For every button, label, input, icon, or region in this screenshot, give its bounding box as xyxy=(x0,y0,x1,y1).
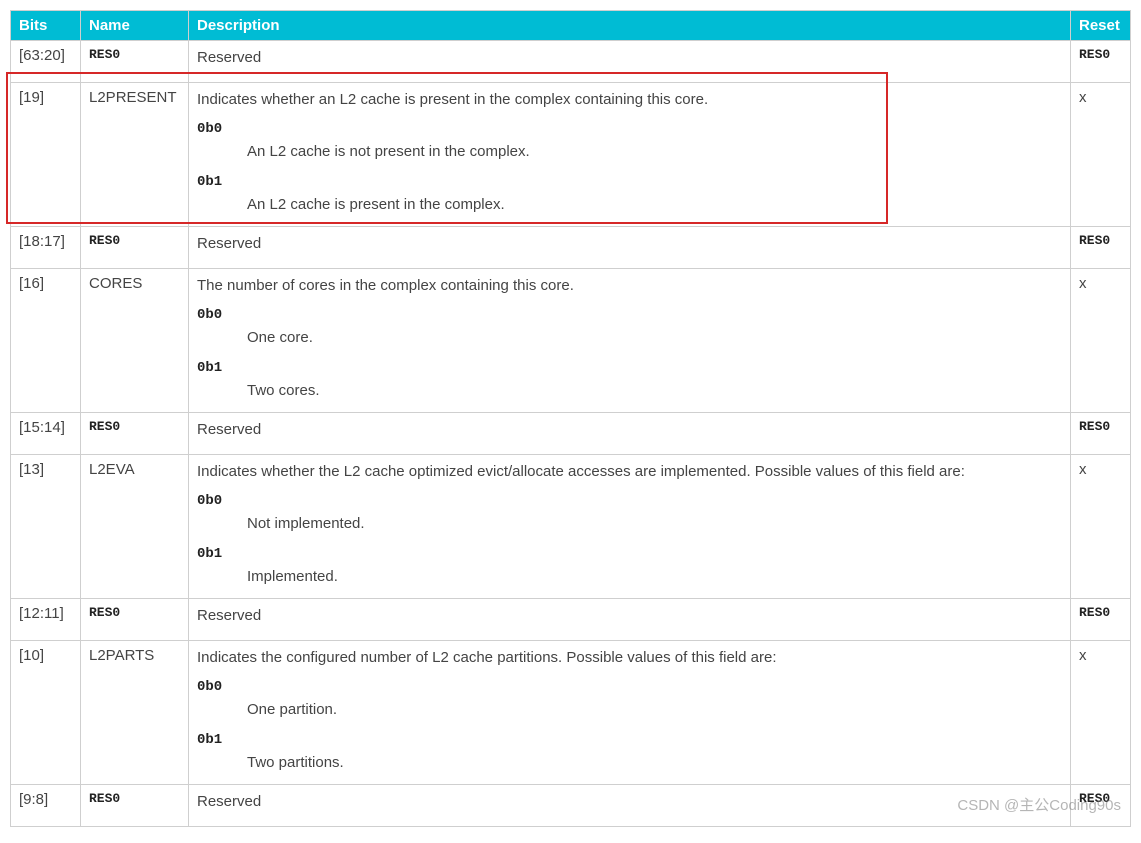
cell-reset: RES0 xyxy=(1071,599,1131,641)
table-row: [19]L2PRESENT Indicates whether an L2 cac… xyxy=(11,82,1131,227)
cell-name: RES0 xyxy=(81,41,189,83)
cell-description: Reserved xyxy=(189,785,1071,827)
value-text: An L2 cache is present in the complex. xyxy=(247,194,1062,217)
value-text: Implemented. xyxy=(247,566,1062,589)
cell-bits: [19] xyxy=(11,82,81,227)
description-intro: The number of cores in the complex conta… xyxy=(197,275,1062,298)
table-row: [9:8]RES0ReservedRES0 xyxy=(11,785,1131,827)
cell-description: Reserved xyxy=(189,41,1071,83)
cell-bits: [16] xyxy=(11,268,81,413)
cell-name: L2EVA xyxy=(81,454,189,599)
cell-name: RES0 xyxy=(81,413,189,455)
cell-reset: RES0 xyxy=(1071,227,1131,269)
cell-bits: [15:14] xyxy=(11,413,81,455)
cell-description: The number of cores in the complex conta… xyxy=(189,268,1071,413)
cell-name: RES0 xyxy=(81,785,189,827)
header-name: Name xyxy=(81,11,189,41)
value-text: An L2 cache is not present in the comple… xyxy=(247,141,1062,164)
cell-reset: x xyxy=(1071,640,1131,785)
cell-description: Reserved xyxy=(189,413,1071,455)
cell-reset: RES0 xyxy=(1071,41,1131,83)
register-table: Bits Name Description Reset [63:20]RES0R… xyxy=(10,10,1131,827)
cell-bits: [18:17] xyxy=(11,227,81,269)
cell-name: CORES xyxy=(81,268,189,413)
description-intro: Reserved xyxy=(197,233,1062,256)
cell-reset: x xyxy=(1071,454,1131,599)
cell-name: L2PARTS xyxy=(81,640,189,785)
value-code: 0b0 xyxy=(197,121,1062,137)
value-code: 0b0 xyxy=(197,679,1062,695)
table-header-row: Bits Name Description Reset xyxy=(11,11,1131,41)
table-row: [13]L2EVA Indicates whether the L2 cache … xyxy=(11,454,1131,599)
cell-description: Indicates whether an L2 cache is present… xyxy=(189,82,1071,227)
cell-description: Indicates the configured number of L2 ca… xyxy=(189,640,1071,785)
cell-description: Reserved xyxy=(189,227,1071,269)
cell-bits: [12:11] xyxy=(11,599,81,641)
cell-bits: [10] xyxy=(11,640,81,785)
table-row: [10]L2PARTS Indicates the configured numb… xyxy=(11,640,1131,785)
table-row: [12:11]RES0ReservedRES0 xyxy=(11,599,1131,641)
cell-bits: [63:20] xyxy=(11,41,81,83)
header-reset: Reset xyxy=(1071,11,1131,41)
cell-name: RES0 xyxy=(81,599,189,641)
value-code: 0b1 xyxy=(197,174,1062,190)
cell-bits: [13] xyxy=(11,454,81,599)
description-intro: Indicates the configured number of L2 ca… xyxy=(197,647,1062,670)
header-desc: Description xyxy=(189,11,1071,41)
cell-name: L2PRESENT xyxy=(81,82,189,227)
description-intro: Indicates whether the L2 cache optimized… xyxy=(197,461,1062,484)
value-text: Not implemented. xyxy=(247,513,1062,536)
table-row: [63:20]RES0ReservedRES0 xyxy=(11,41,1131,83)
description-intro: Reserved xyxy=(197,605,1062,628)
table-row: [18:17]RES0ReservedRES0 xyxy=(11,227,1131,269)
header-bits: Bits xyxy=(11,11,81,41)
value-code: 0b0 xyxy=(197,493,1062,509)
value-text: Two cores. xyxy=(247,380,1062,403)
table-row: [15:14]RES0ReservedRES0 xyxy=(11,413,1131,455)
description-intro: Reserved xyxy=(197,47,1062,70)
cell-reset: RES0 xyxy=(1071,413,1131,455)
cell-description: Indicates whether the L2 cache optimized… xyxy=(189,454,1071,599)
cell-reset: x xyxy=(1071,82,1131,227)
cell-description: Reserved xyxy=(189,599,1071,641)
cell-name: RES0 xyxy=(81,227,189,269)
value-code: 0b1 xyxy=(197,546,1062,562)
value-text: One core. xyxy=(247,327,1062,350)
description-intro: Reserved xyxy=(197,419,1062,442)
value-text: Two partitions. xyxy=(247,752,1062,775)
value-code: 0b0 xyxy=(197,307,1062,323)
value-code: 0b1 xyxy=(197,732,1062,748)
cell-reset: x xyxy=(1071,268,1131,413)
cell-reset: RES0 xyxy=(1071,785,1131,827)
cell-bits: [9:8] xyxy=(11,785,81,827)
description-intro: Reserved xyxy=(197,791,1062,814)
value-text: One partition. xyxy=(247,699,1062,722)
value-code: 0b1 xyxy=(197,360,1062,376)
table-row: [16]CORES The number of cores in the comp… xyxy=(11,268,1131,413)
description-intro: Indicates whether an L2 cache is present… xyxy=(197,89,1062,112)
